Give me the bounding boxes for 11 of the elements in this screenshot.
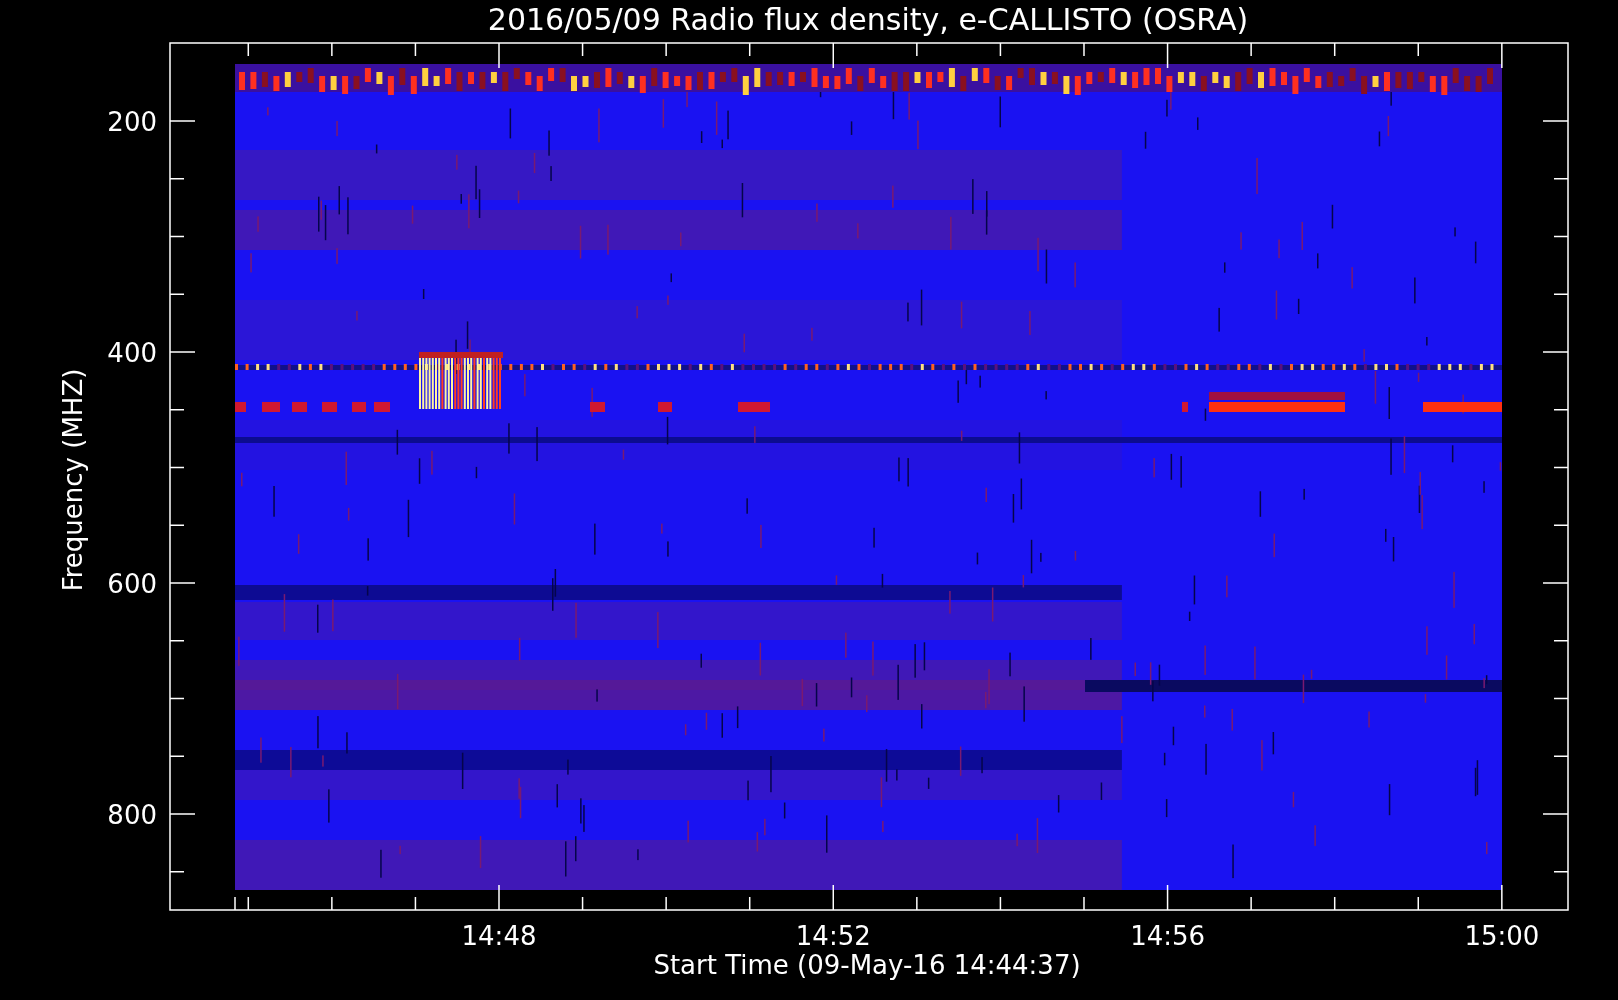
y-tick-label: 200	[107, 107, 157, 137]
x-tick-label: 15:00	[1464, 921, 1540, 951]
x-tick-label: 14:48	[461, 921, 537, 951]
y-tick-label: 800	[107, 800, 157, 830]
y-tick-label: 400	[107, 338, 157, 368]
x-axis-label: Start Time (09-May-16 14:44:37)	[653, 950, 1081, 980]
x-tick-label: 14:56	[1130, 921, 1206, 951]
chart-title: 2016/05/09 Radio flux density, e-CALLISTO (OSRA)	[487, 2, 1249, 37]
x-tick-label: 14:52	[795, 921, 871, 951]
y-tick-label: 600	[107, 569, 157, 599]
y-axis-label: Frequency (MHZ)	[58, 368, 88, 592]
